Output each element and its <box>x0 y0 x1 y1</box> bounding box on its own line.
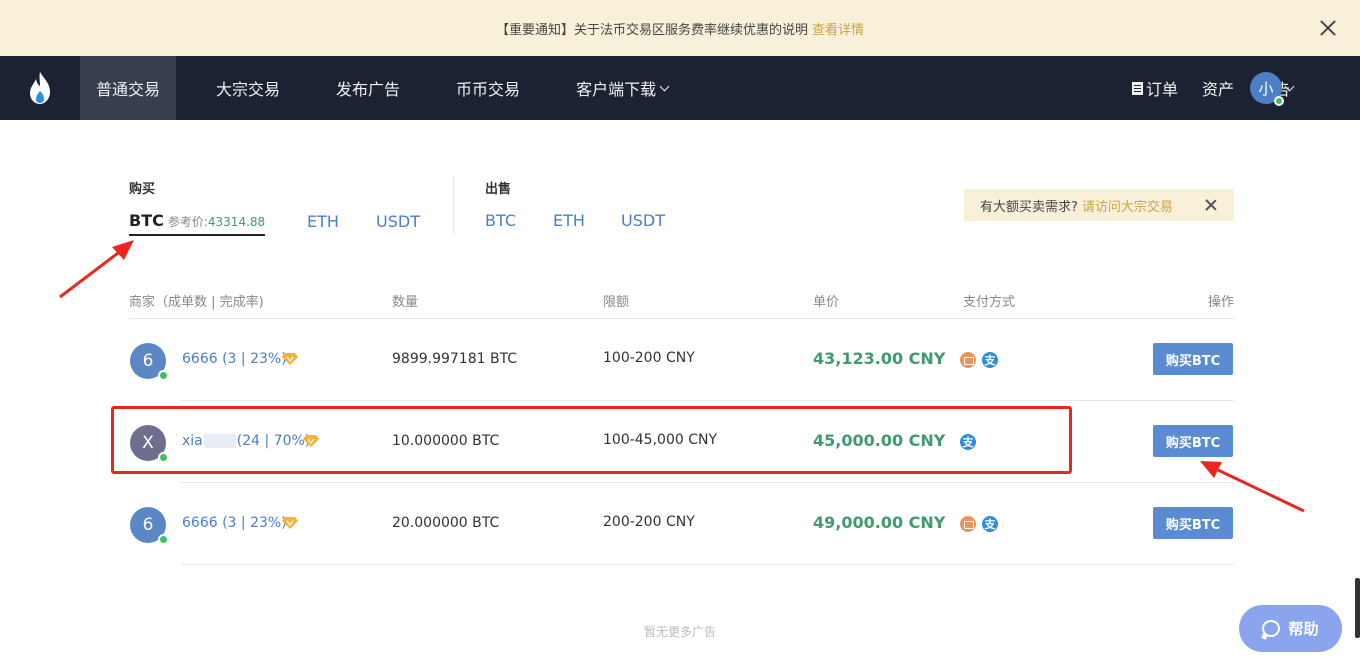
buy-btc-button[interactable]: 购买BTC <box>1153 507 1233 539</box>
buy-section-label: 购买 <box>129 182 156 197</box>
nav-assets[interactable]: 资产 <box>1190 56 1246 120</box>
header-limit: 限额 <box>603 295 630 310</box>
header-action: 操作 <box>1207 295 1234 310</box>
header-merchant: 商家（成单数 | 完成率) <box>129 295 264 310</box>
nav-client-download[interactable]: 客户端下载 <box>560 56 684 120</box>
merchant-name: 6666 <box>182 515 218 531</box>
sell-tab-btc[interactable]: BTC <box>485 211 516 230</box>
nav-client-download-label: 客户端下载 <box>576 80 657 99</box>
sell-section-label: 出售 <box>485 182 512 197</box>
alipay-icon: 支 <box>982 352 998 368</box>
unit-price: 43,123.00 CNY <box>813 349 946 368</box>
buy-btc-button[interactable]: 购买BTC <box>1153 343 1233 375</box>
merchant-link[interactable]: 6666 (3 | 23%) <box>182 351 287 367</box>
alipay-icon: 支 <box>982 516 998 532</box>
buy-tab-usdt[interactable]: USDT <box>376 212 420 231</box>
quantity: 20.000000 BTC <box>392 515 500 531</box>
order-list-icon <box>1131 81 1143 95</box>
buy-btc-button[interactable]: 购买BTC <box>1153 425 1233 457</box>
buy-tab-btc[interactable]: BTC 参考价:43314.88 <box>129 211 266 236</box>
reference-price: 参考价:43314.88 <box>168 215 265 229</box>
online-dot <box>158 370 169 381</box>
row-divider <box>181 564 1234 565</box>
bulk-trade-tip: 有大额买卖需求? 请访问大宗交易 <box>964 189 1234 221</box>
arrow-to-btc-tab <box>59 240 134 299</box>
online-dot <box>1274 96 1284 106</box>
notice-details-link[interactable]: 查看详情 <box>812 19 864 38</box>
highlight-box <box>111 406 1072 474</box>
avatar[interactable]: 6 <box>130 343 169 381</box>
table-row: 6 6666 (3 | 23%) 20.000000 BTC 200-200 C… <box>129 483 1234 565</box>
nav-orders[interactable]: 订单 <box>1120 56 1190 120</box>
header-price: 单价 <box>813 295 840 310</box>
quantity: 9899.997181 BTC <box>392 351 518 367</box>
avatar-initial: 6 <box>142 351 154 371</box>
merchant-stats: (3 | 23%) <box>222 515 287 531</box>
buy-tab-eth[interactable]: ETH <box>307 212 339 231</box>
avatar: 小 <box>1250 72 1284 106</box>
chevron-down-icon <box>659 81 670 91</box>
nav-post-ad[interactable]: 发布广告 <box>320 56 416 120</box>
avatar[interactable]: 6 <box>130 507 169 545</box>
avatar-initial: 6 <box>142 515 154 535</box>
limit: 200-200 CNY <box>603 514 695 530</box>
reference-price-value: 43314.88 <box>207 215 266 229</box>
bank-card-icon <box>960 352 976 368</box>
section-divider <box>453 176 454 234</box>
bulk-tip-text: 有大额买卖需求? <box>980 199 1078 215</box>
notice-text: 【重要通知】关于法币交易区服务费率继续优惠的说明 <box>495 22 808 38</box>
no-more-ads: 暂无更多广告 <box>643 625 716 639</box>
merchant-name: 6666 <box>182 351 218 367</box>
header-payment: 支付方式 <box>963 295 1016 310</box>
merchant-stats: (3 | 23%) <box>222 351 287 367</box>
flame-logo-icon <box>30 72 50 104</box>
logo[interactable] <box>0 56 80 120</box>
diamond-badge-icon <box>282 517 298 529</box>
diamond-badge-icon <box>282 353 298 365</box>
limit: 100-200 CNY <box>603 350 695 366</box>
sell-tab-usdt[interactable]: USDT <box>621 211 665 230</box>
online-dot <box>158 534 169 545</box>
table-row: 6 6666 (3 | 23%) 9899.997181 BTC 100-200… <box>129 319 1234 401</box>
help-label: 帮助 <box>1288 620 1319 638</box>
buy-tab-btc-label: BTC <box>129 211 164 230</box>
sell-tab-eth[interactable]: ETH <box>553 211 585 230</box>
table-header: 商家（成单数 | 完成率) 数量 限额 单价 支付方式 操作 <box>129 286 1234 319</box>
nav-orders-label: 订单 <box>1145 80 1178 99</box>
bulk-tip-link[interactable]: 请访问大宗交易 <box>1082 196 1173 215</box>
top-nav: 普通交易 大宗交易 发布广告 币币交易 客户端下载 订单 资产 广告 小 <box>0 56 1360 120</box>
nav-coin-trade[interactable]: 币币交易 <box>440 56 536 120</box>
nav-bulk-trade[interactable]: 大宗交易 <box>200 56 296 120</box>
close-icon[interactable] <box>1204 198 1218 212</box>
bank-card-icon <box>960 516 976 532</box>
scrollbar-thumb[interactable] <box>1355 578 1360 638</box>
close-icon[interactable] <box>1316 16 1340 40</box>
chat-bubble-icon <box>1262 620 1281 637</box>
avatar-initial: 小 <box>1258 79 1274 98</box>
user-menu[interactable]: 小 <box>1250 72 1298 106</box>
unit-price: 49,000.00 CNY <box>813 513 946 532</box>
chevron-down-icon <box>1284 81 1295 91</box>
header-quantity: 数量 <box>392 295 419 310</box>
help-button[interactable]: 帮助 <box>1239 605 1342 652</box>
notice-bar: 【重要通知】关于法币交易区服务费率继续优惠的说明 查看详情 <box>0 0 1360 56</box>
reference-price-label: 参考价: <box>167 215 208 229</box>
merchant-link[interactable]: 6666 (3 | 23%) <box>182 515 287 531</box>
nav-regular-trade[interactable]: 普通交易 <box>80 56 177 120</box>
